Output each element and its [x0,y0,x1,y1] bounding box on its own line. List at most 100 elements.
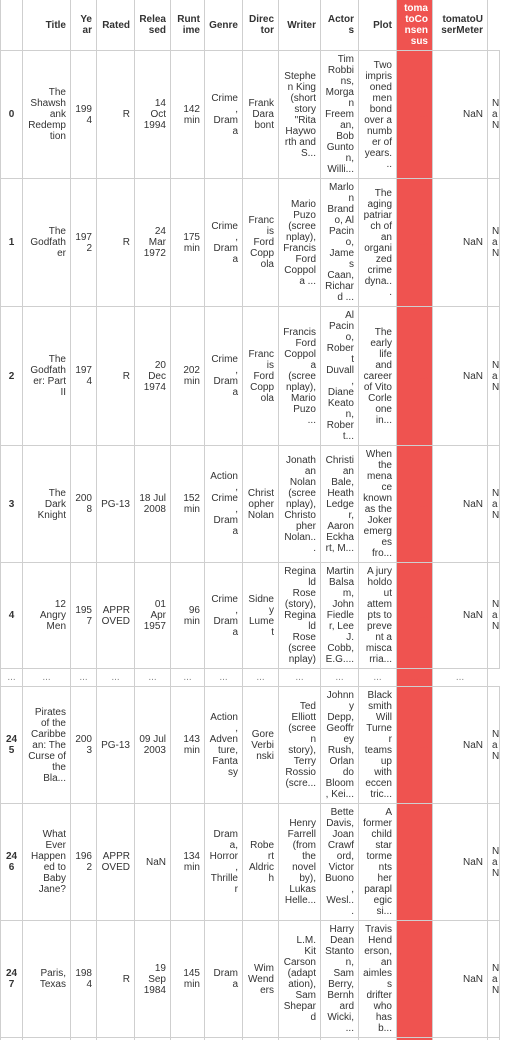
cell: Ajay Devgn, Shriya Saran, Tabu, Rajat Ka… [321,1038,359,1040]
cell: NaN [135,804,171,921]
cell: Francis Ford Coppola [243,307,279,446]
row-index: 247 [1,921,23,1038]
row-index: 0 [1,51,23,179]
cell: Frank Darabont [243,51,279,179]
cell: NaN [433,446,488,563]
data-table: TitleYearRatedReleasedRuntimeGenreDirect… [0,0,500,1040]
ellipsis-cell: ... [23,669,71,687]
cell: NaN [488,179,500,307]
cell: 01 Apr 1957 [135,563,171,669]
cell: NaN [488,563,500,669]
col-header-runtime: Runtime [171,0,205,51]
cell: 1957 [71,563,97,669]
row-index: 246 [1,804,23,921]
cell: NaN [488,687,500,804]
cell: ... [397,804,433,921]
cell: PG-13 [97,687,135,804]
cell: NaN [488,446,500,563]
cell: Crime, Drama [205,307,243,446]
cell: 12 Angry Men [23,563,71,669]
cell: Al Pacino, Robert Duvall, Diane Keaton, … [321,307,359,446]
cell: A former child star torments her paraple… [359,804,397,921]
cell: Nishikant Kamat [243,1038,279,1040]
cell: What Ever Happened to Baby Jane? [23,804,71,921]
cell: The aging patriarch of an organized crim… [359,179,397,307]
ellipsis-cell: ... [171,669,205,687]
col-header-director: Director [243,0,279,51]
cell: NaN [433,307,488,446]
cell: Henry Farrell (from the novel by), Lukas… [279,804,321,921]
cell: NaN [488,804,500,921]
cell: R [97,921,135,1038]
table-row: 1The Godfather1972R24 Mar 1972175 minCri… [1,179,500,307]
cell: 1994 [71,51,97,179]
cell: 14 Oct 1994 [135,51,171,179]
table-row: 247Paris, Texas1984R19 Sep 1984145 minDr… [1,921,500,1038]
row-index: 248 [1,1038,23,1040]
cell: Drama, Horror, Thriller [205,804,243,921]
cell: NaN [488,1038,500,1040]
col-header-released: Released [135,0,171,51]
cell: NaN [433,804,488,921]
cell: The Dark Knight [23,446,71,563]
cell: Christopher Nolan [243,446,279,563]
cell: 2008 [71,446,97,563]
ellipsis-cell: ... [243,669,279,687]
row-index: 245 [1,687,23,804]
cell: The Godfather: Part II [23,307,71,446]
col-header-tomatousermeter: tomatoUserMeter [433,0,488,51]
col-header-index [1,0,23,51]
cell: 143 min [171,687,205,804]
cell: 24 Mar 1972 [135,179,171,307]
cell: Sidney Lumet [243,563,279,669]
table-body: 0The Shawshank Redemption1994R14 Oct 199… [1,51,500,1040]
cell: NaN [433,1038,488,1040]
cell: Wim Wenders [243,921,279,1038]
table-header-row: TitleYearRatedReleasedRuntimeGenreDirect… [1,0,500,51]
cell: Action, Crime, Drama [205,446,243,563]
cell: Travis Henderson, an aimless drifter who… [359,921,397,1038]
cell: Jeethu Joseph (original story), Upendra … [279,1038,321,1040]
col-header-genre: Genre [205,0,243,51]
cell: 1974 [71,307,97,446]
cell: Christian Bale, Heath Ledger, Aaron Eckh… [321,446,359,563]
cell: NaN [488,307,500,446]
row-index: 4 [1,563,23,669]
col-header-rated: Rated [97,0,135,51]
cell: 19 Sep 1984 [135,921,171,1038]
cell: Crime, Drama, Mystery [205,1038,243,1040]
cell: Francis Ford Coppola [243,179,279,307]
cell: Stephen King (short story "Rita Hayworth… [279,51,321,179]
cell: ... [397,446,433,563]
cell: ... [397,307,433,446]
cell: Tim Robbins, Morgan Freeman, Bob Gunton,… [321,51,359,179]
cell: Blacksmith Will Turner teams up with ecc… [359,687,397,804]
cell: PG-13 [97,446,135,563]
cell: Bette Davis, Joan Crawford, Victor Buono… [321,804,359,921]
ellipsis-cell: ... [321,669,359,687]
cell: 20 Dec 1974 [135,307,171,446]
cell: Marlon Brando, Al Pacino, James Caan, Ri… [321,179,359,307]
ellipsis-cell: ... [205,669,243,687]
cell: 2015 [71,1038,97,1040]
cell: 134 min [171,804,205,921]
cell: Ted Elliott (screen story), Terry Rossio… [279,687,321,804]
cell: Francis Ford Coppola (screenplay), Mario… [279,307,321,446]
cell: Crime, Drama [205,179,243,307]
cell: Pirates of the Caribbean: The Curse of t… [23,687,71,804]
cell: ... [397,179,433,307]
cell: 09 Jul 2003 [135,687,171,804]
cell: NaN [433,179,488,307]
cell: Mario Puzo (screenplay), Francis Ford Co… [279,179,321,307]
cell: 2003 [71,687,97,804]
cell: 18 Jul 2008 [135,446,171,563]
table-row: 3The Dark Knight2008PG-1318 Jul 2008152 … [1,446,500,563]
ellipsis-cell: ... [135,669,171,687]
cell: 163 min [171,1038,205,1040]
table-row: 2The Godfather: Part II1974R20 Dec 19742… [1,307,500,446]
cell: Paris, Texas [23,921,71,1038]
cell: 96 min [171,563,205,669]
cell: ... [397,563,433,669]
cell: 145 min [171,921,205,1038]
ellipsis-cell: ... [1,669,23,687]
